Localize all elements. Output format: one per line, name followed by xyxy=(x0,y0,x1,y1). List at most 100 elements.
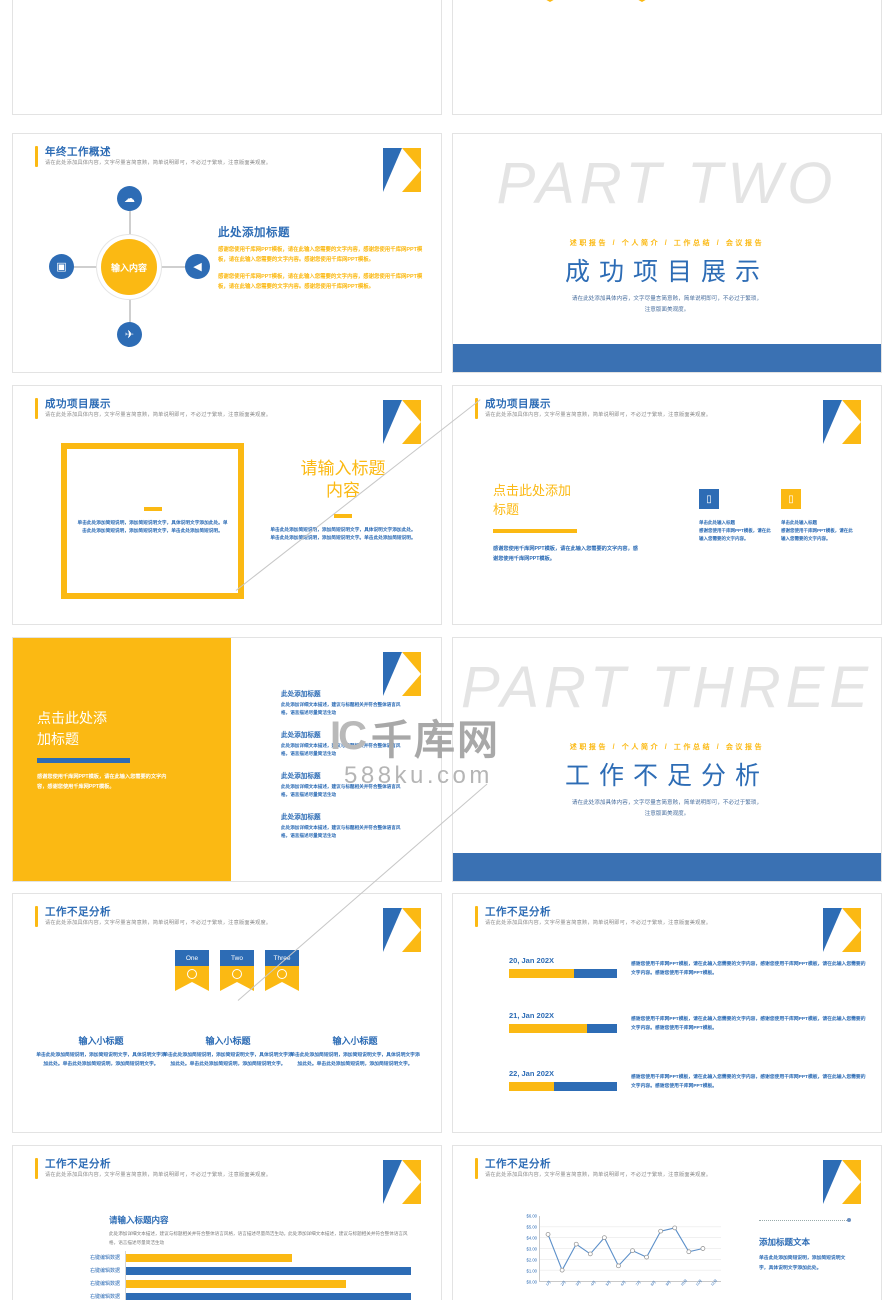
slide6-card1-body: 感谢您使用千库网PPT模板，请在此输入您需要的文字内容。 xyxy=(699,528,771,542)
slide-thumbnail-2[interactable]: 产品一 产品二 产品三 产品四 在框中选择粘贴，并选择只保留文字。您的内容打在这… xyxy=(452,0,882,115)
document-icon: ▯ xyxy=(699,489,719,509)
banner-two-label: Two xyxy=(220,950,254,966)
slide3-right-para-1: 感谢您使用千库网PPT模板，请在此输入您需要的文字内容，感谢您使用千库网PPT模… xyxy=(218,247,423,263)
slide5-right-body: 单击此处添加简短说明，添加简短说明文字，具体说明文字添加此处。单击此处添加简短说… xyxy=(270,527,416,541)
corner-mark-icon xyxy=(823,400,861,444)
slide7-item: 此处添加标题 此处添加详细文本描述，建议与标题相关并符合整体语言风格，语言描述尽… xyxy=(281,688,409,717)
slide11-header: 工作不足分析 请在此处添加具体内容，文字尽量言简意赅，简单说明即可，不必过于繁琐… xyxy=(35,1158,271,1179)
line-chart: $6.00 $5.00 $4.00 $3.00 $2.00 $1.00 $0.0… xyxy=(511,1213,721,1294)
line-chart-x-axis: 1月 2月 3月 4月 5月 6月 7月 8月 9月 10月 11月 12月 xyxy=(539,1279,721,1298)
timeline-row1-bar xyxy=(509,969,617,978)
slide9-column-1: 输入小标题 单击此处添加简短说明，添加简短说明文字，具体说明文字添加此处。单击此… xyxy=(35,1034,167,1069)
slide9-subtitle: 请在此处添加具体内容，文字尽量言简意赅，简单说明即可，不必过于繁琐，注意版面美观… xyxy=(45,920,272,926)
slide-thumbnail-5[interactable]: 成功项目展示 请在此处添加具体内容，文字尽量言简意赅，简单说明即可，不必过于繁琐… xyxy=(12,385,442,625)
slide-thumbnail-11[interactable]: 工作不足分析 请在此处添加具体内容，文字尽量言简意赅，简单说明即可，不必过于繁琐… xyxy=(12,1145,442,1300)
bar-label: 右键编辑数据 xyxy=(89,1294,120,1300)
leader-dot-icon xyxy=(847,1218,851,1222)
bar-label: 右键编辑数据 xyxy=(89,1255,120,1261)
slide4-kicker: 述职报告 / 个人简介 / 工作总结 / 会议报告 xyxy=(569,240,765,247)
slide-thumbnail-12[interactable]: 工作不足分析 请在此处添加具体内容，文字尽量言简意赅，简单说明即可，不必过于繁琐… xyxy=(452,1145,882,1300)
banner-one-label: One xyxy=(175,950,209,966)
x-tick: 3月 xyxy=(575,1280,582,1287)
bar-label: 右键编辑数据 xyxy=(89,1268,120,1274)
hub-circle[interactable]: 输入内容 xyxy=(101,239,157,295)
x-tick: 9月 xyxy=(665,1280,672,1287)
slide4-ghost-text: PART TWO xyxy=(496,151,838,216)
corner-mark-icon xyxy=(383,400,421,444)
slide-thumbnail-1[interactable]: 入您需要的文字内容。 添加标题 感谢您使用千库网PPT模板， 请在此输入您需要的… xyxy=(12,0,442,115)
slide12-right-body: 单击此处添加简短说明，添加简短说明文字，具体说明文字添加此处。 xyxy=(759,1256,846,1271)
header-accent-bar xyxy=(35,146,38,167)
timeline-row3-date: 22, Jan 202X xyxy=(509,1069,555,1078)
megaphone-icon[interactable]: ◀ xyxy=(185,254,210,279)
slide8-title: 工作不足分析 xyxy=(564,762,769,790)
y-tick: $4.00 xyxy=(526,1235,537,1241)
slide-thumbnail-10[interactable]: 工作不足分析 请在此处添加具体内容，文字尽量言简意赅，简单说明即可，不必过于繁琐… xyxy=(452,893,882,1133)
x-tick: 5月 xyxy=(605,1280,612,1287)
slide12-title: 工作不足分析 xyxy=(485,1158,551,1170)
slide-thumbnail-7[interactable]: 点击此处添 加标题 感谢您使用千库网PPT模板，请在此输入您需要的文字内容，感谢… xyxy=(12,637,442,882)
hexagon-yellow-4[interactable] xyxy=(611,0,673,2)
slide6-card1-heading: 单击此处输入标题 xyxy=(699,520,735,525)
header-accent-bar xyxy=(35,906,38,927)
y-tick: $1.00 xyxy=(526,1268,537,1274)
slide9-title: 工作不足分析 xyxy=(45,906,111,918)
slide9-col3-heading: 输入小标题 xyxy=(332,1036,378,1046)
slide6-title: 成功项目展示 xyxy=(485,398,551,410)
y-tick: $0.00 xyxy=(526,1279,537,1285)
slide7-item1-heading: 此处添加标题 xyxy=(281,691,321,698)
slide-thumbnail-9[interactable]: 工作不足分析 请在此处添加具体内容，文字尽量言简意赅，简单说明即可，不必过于繁琐… xyxy=(12,893,442,1133)
rocket-icon[interactable]: ✈ xyxy=(117,322,142,347)
banner-one-icon-wrap xyxy=(175,966,209,991)
slide6-left-body: 感谢您使用千库网PPT模板，请在此输入您需要的文字内容，感谢您使用千库网PPT模… xyxy=(493,546,638,562)
slide-thumbnail-6[interactable]: 成功项目展示 请在此处添加具体内容，文字尽量言简意赅，简单说明即可，不必过于繁琐… xyxy=(452,385,882,625)
slide12-subtitle: 请在此处添加具体内容，文字尽量言简意赅，简单说明即可，不必过于繁琐，注意版面美观… xyxy=(485,1172,712,1178)
x-tick: 6月 xyxy=(620,1280,627,1287)
slide10-subtitle: 请在此处添加具体内容，文字尽量言简意赅，简单说明即可，不必过于繁琐，注意版面美观… xyxy=(485,920,712,926)
timeline-row3-bar xyxy=(509,1082,617,1091)
corner-mark-icon xyxy=(823,908,861,952)
slide-thumbnail-3[interactable]: 年终工作概述 请在此处添加具体内容，文字尽量言简意赅，简单说明即可，不必过于繁琐… xyxy=(12,133,442,373)
slide7-item: 此处添加标题 此处添加详细文本描述，建议与标题相关并符合整体语言风格，语言描述尽… xyxy=(281,811,409,840)
leader-line xyxy=(759,1218,851,1222)
spoke-bottom xyxy=(129,292,131,326)
spoke-right xyxy=(153,266,187,268)
slide9-col3-body: 单击此处添加简短说明，添加简短说明文字，具体说明文字添加此处。单击此处添加简短说… xyxy=(290,1053,420,1067)
camera-icon[interactable]: ▣ xyxy=(49,254,74,279)
hexagon-yellow-2[interactable] xyxy=(519,0,581,2)
banner-three[interactable]: Three xyxy=(265,950,299,991)
slide4-bottom-band xyxy=(453,344,881,372)
slide3-title: 年终工作概述 xyxy=(45,146,111,158)
slide7-item4-heading: 此处添加标题 xyxy=(281,814,321,821)
banner-one[interactable]: One xyxy=(175,950,209,991)
slide5-subtitle: 请在此处添加具体内容，文字尽量言简意赅，简单说明即可，不必过于繁琐，注意版面美观… xyxy=(45,412,272,418)
slide6-card-2[interactable]: ▯ 单击此处输入标题 感谢您使用千库网PPT模板，请在此输入您需要的文字内容。 xyxy=(781,489,853,544)
timeline-row-3: 22, Jan 202X xyxy=(509,1069,617,1091)
slide7-left-title: 点击此处添 加标题 xyxy=(37,710,107,747)
pie-chart-icon xyxy=(277,969,287,979)
timeline-row1-date: 20, Jan 202X xyxy=(509,956,555,965)
slide7-item: 此处添加标题 此处添加详细文本描述，建议与标题相关并符合整体语言风格，语言描述尽… xyxy=(281,729,409,758)
table-row: 右键编辑数据 xyxy=(73,1264,423,1277)
x-tick: 4月 xyxy=(590,1280,597,1287)
slide6-header: 成功项目展示 请在此处添加具体内容，文字尽量言简意赅，简单说明即可，不必过于繁琐… xyxy=(475,398,711,419)
slide-thumbnail-4[interactable]: PART TWO 述职报告 / 个人简介 / 工作总结 / 会议报告 成功项目展… xyxy=(452,133,882,373)
slide6-left-title: 点击此处添加 标题 xyxy=(493,483,572,517)
slide4-title: 成功项目展示 xyxy=(564,258,769,286)
cloud-icon[interactable]: ☁ xyxy=(117,186,142,211)
slide11-chart-heading: 请输入标题内容 此处添加详细文本描述，建议与标题相关并符合整体语言风格，语言描述… xyxy=(109,1214,409,1247)
slide-thumbnail-8[interactable]: PART THREE 述职报告 / 个人简介 / 工作总结 / 会议报告 工作不… xyxy=(452,637,882,882)
banner-two[interactable]: Two xyxy=(220,950,254,991)
dash-divider xyxy=(334,514,352,518)
slide3-header: 年终工作概述 请在此处添加具体内容，文字尽量言简意赅，简单说明即可，不必过于繁琐… xyxy=(35,146,271,167)
x-tick: 1月 xyxy=(545,1280,552,1287)
pie-chart-icon xyxy=(187,969,197,979)
pie-chart-icon xyxy=(232,969,242,979)
x-tick: 7月 xyxy=(635,1280,642,1287)
corner-mark-icon xyxy=(383,1160,421,1204)
timeline-row1-body: 感谢您使用千库网PPT模板，请在此输入您需要的文字内容，感谢您使用千库网PPT模… xyxy=(631,962,866,976)
y-tick: $6.00 xyxy=(526,1213,537,1219)
timeline-row2-body: 感谢您使用千库网PPT模板，请在此输入您需要的文字内容，感谢您使用千库网PPT模… xyxy=(631,1017,866,1031)
slide11-subtitle: 请在此处添加具体内容，文字尽量言简意赅，简单说明即可，不必过于繁琐，注意版面美观… xyxy=(45,1172,272,1178)
slide6-card-1[interactable]: ▯ 单击此处输入标题 感谢您使用千库网PPT模板，请在此输入您需要的文字内容。 xyxy=(699,489,771,544)
